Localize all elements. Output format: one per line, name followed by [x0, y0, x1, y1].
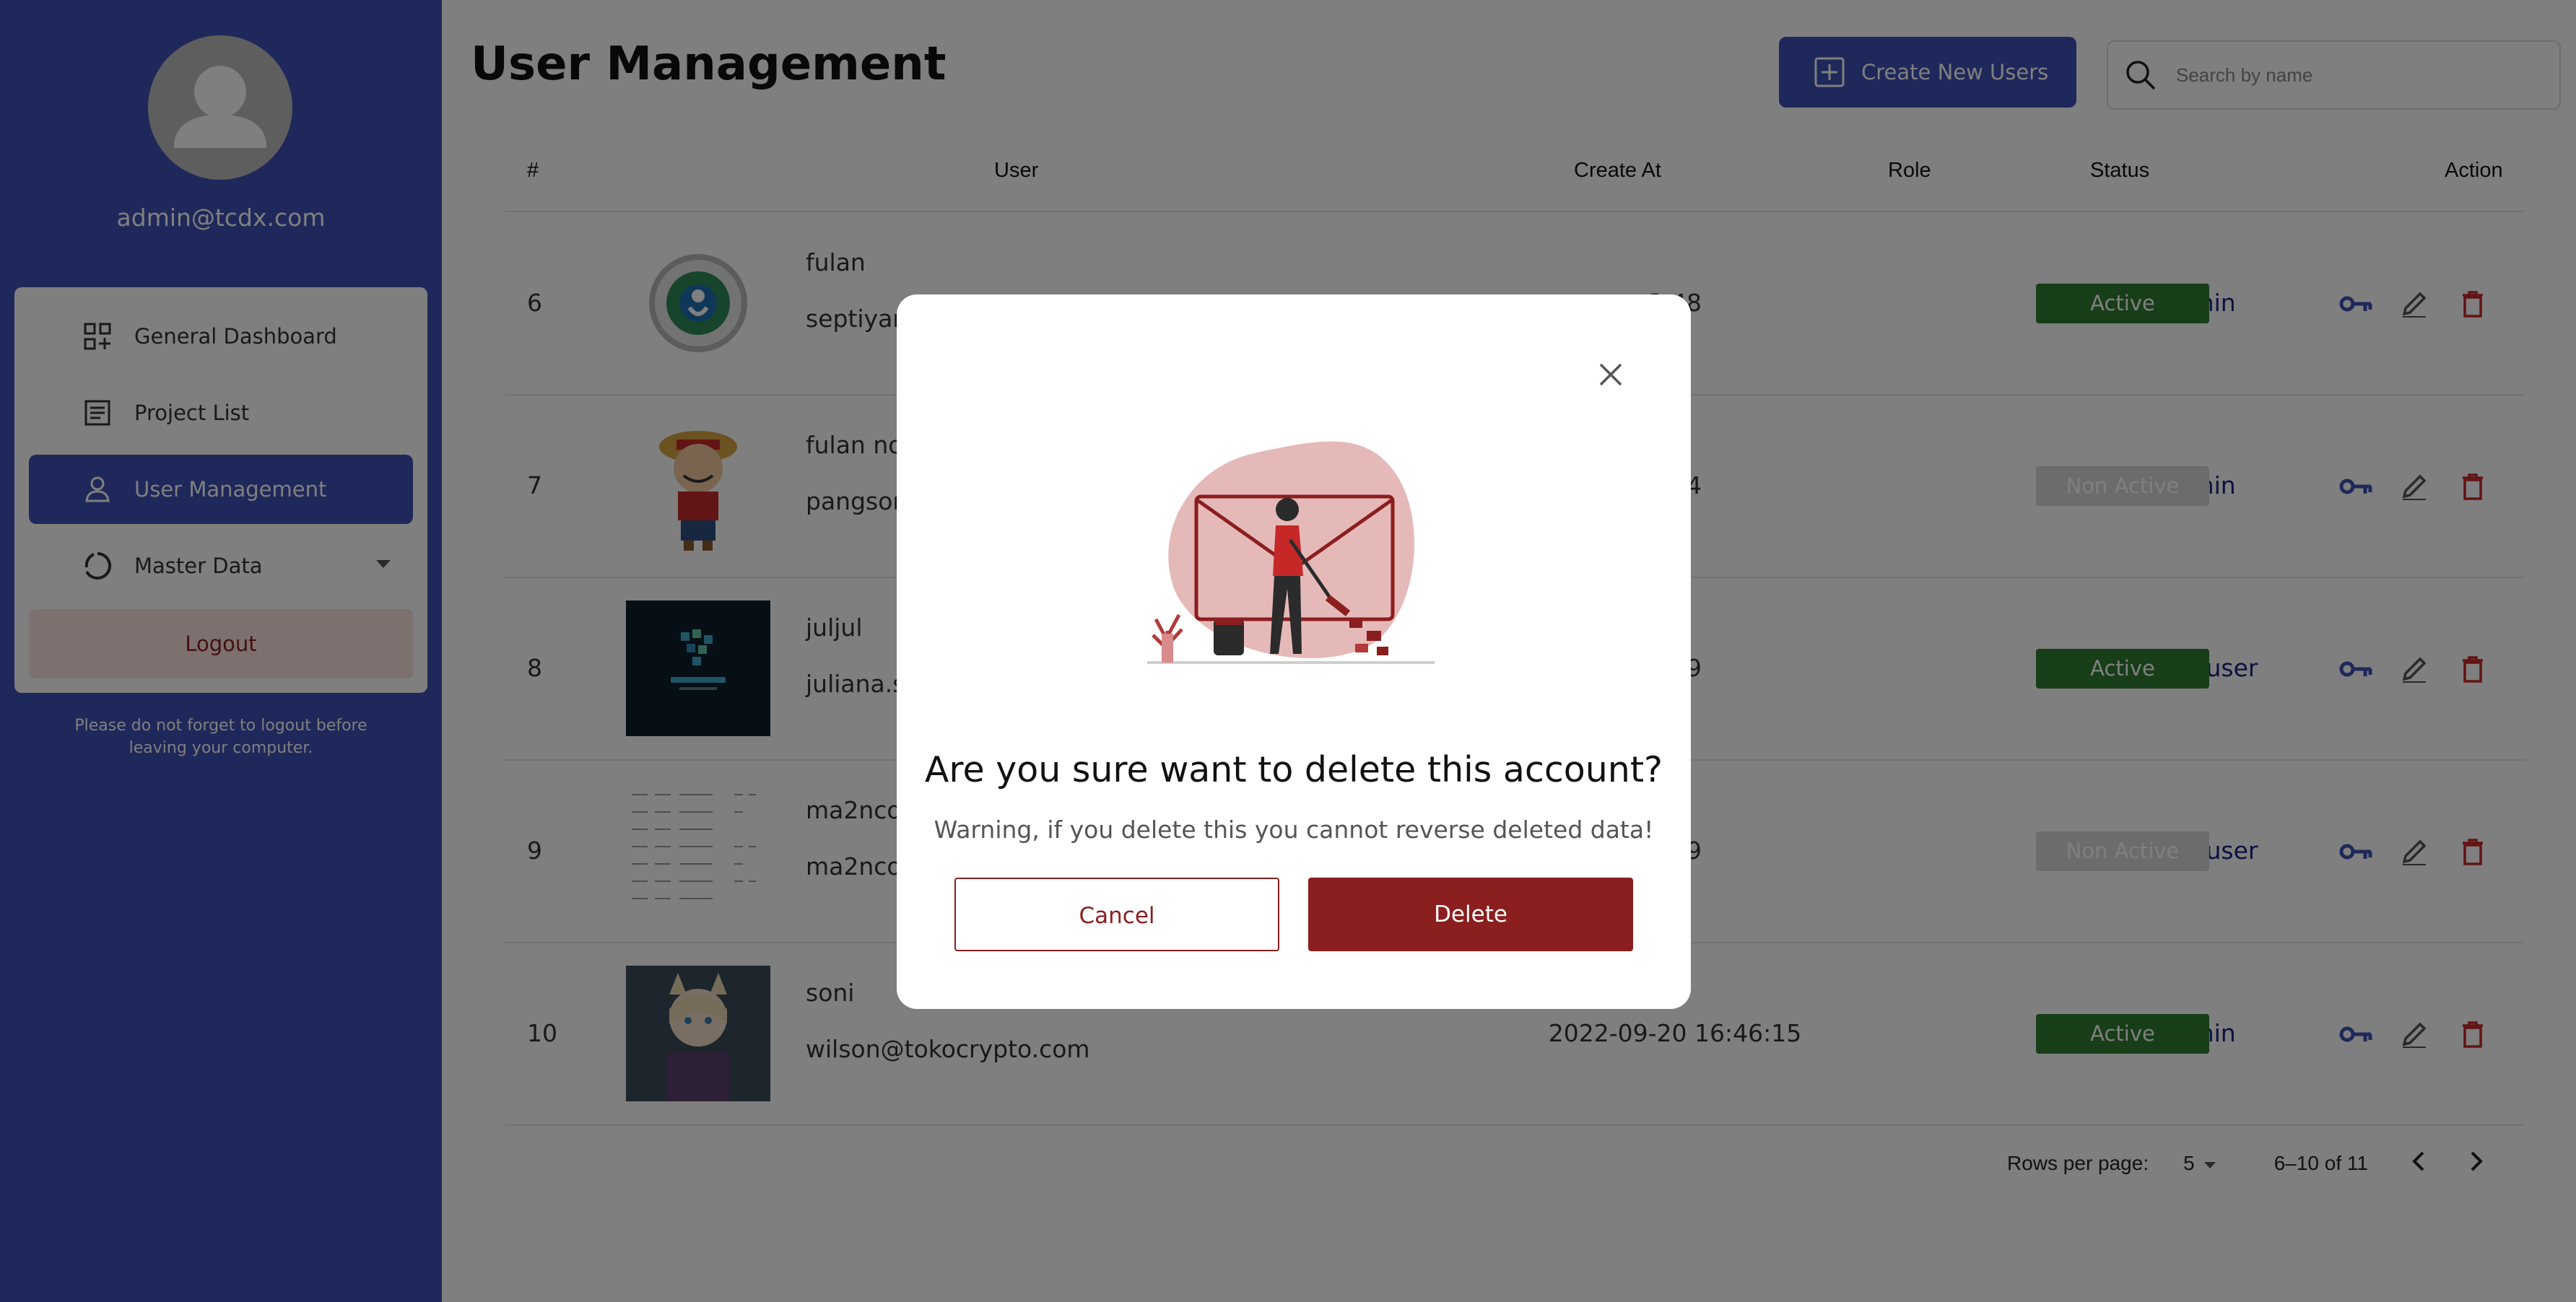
delete-confirm-dialog: Are you sure want to delete this account…	[897, 294, 1691, 1009]
dialog-warning: Warning, if you delete this you cannot r…	[934, 816, 1654, 844]
delete-illustration	[1146, 424, 1449, 684]
cancel-button[interactable]: Cancel	[954, 878, 1279, 951]
delete-button[interactable]: Delete	[1308, 878, 1633, 951]
dialog-title: Are you sure want to delete this account…	[924, 749, 1663, 790]
close-icon[interactable]	[1590, 354, 1632, 396]
